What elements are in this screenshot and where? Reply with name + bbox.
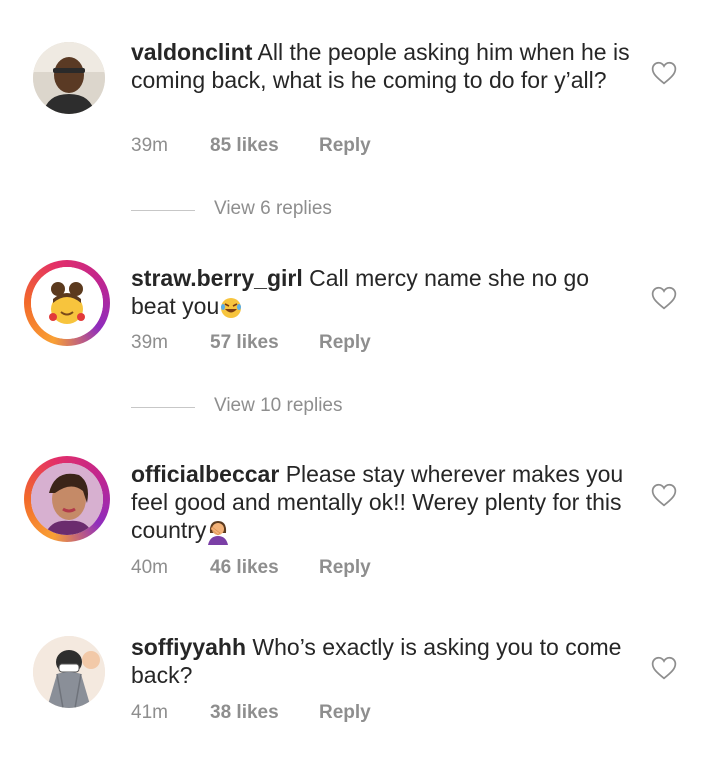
avatar[interactable] bbox=[33, 636, 105, 708]
avatar-photo bbox=[31, 463, 103, 535]
avatar-story-ring[interactable] bbox=[24, 260, 110, 346]
comment-text-block: soffiyyahh Who’s exactly is asking you t… bbox=[131, 633, 631, 689]
comment-username[interactable]: soffiyyahh bbox=[131, 634, 246, 660]
heart-outline-icon[interactable] bbox=[651, 286, 677, 310]
comment-text-block: officialbeccar Please stay wherever make… bbox=[131, 460, 631, 545]
comment-time: 39m bbox=[131, 135, 168, 156]
avatar-photo bbox=[33, 42, 105, 114]
heart-outline-icon[interactable] bbox=[651, 61, 677, 85]
avatar-photo bbox=[33, 636, 105, 708]
comment-time: 41m bbox=[131, 702, 168, 723]
comment-likes[interactable]: 38 likes bbox=[210, 702, 279, 724]
comment-likes[interactable]: 46 likes bbox=[210, 557, 279, 579]
divider-line bbox=[131, 210, 195, 211]
comment-time: 40m bbox=[131, 557, 168, 578]
reply-button[interactable]: Reply bbox=[319, 135, 371, 157]
reply-button[interactable]: Reply bbox=[319, 332, 371, 354]
avatar bbox=[31, 267, 103, 339]
comment-time: 39m bbox=[131, 332, 168, 353]
reply-button[interactable]: Reply bbox=[319, 557, 371, 579]
heart-outline-icon[interactable] bbox=[651, 483, 677, 507]
avatar-photo bbox=[31, 267, 103, 339]
comment-likes[interactable]: 85 likes bbox=[210, 135, 279, 157]
reply-button[interactable]: Reply bbox=[319, 702, 371, 724]
comment-username[interactable]: straw.berry_girl bbox=[131, 265, 303, 291]
comment-text-block: valdonclint All the people asking him wh… bbox=[131, 38, 631, 94]
avatar-story-ring[interactable] bbox=[24, 456, 110, 542]
divider-line bbox=[131, 407, 195, 408]
woman-facepalming-icon bbox=[208, 520, 229, 545]
heart-outline-icon[interactable] bbox=[651, 656, 677, 680]
comment-likes[interactable]: 57 likes bbox=[210, 332, 279, 354]
avatar bbox=[31, 463, 103, 535]
view-replies-label[interactable]: View 10 replies bbox=[214, 395, 343, 417]
face-with-tears-of-joy-icon bbox=[221, 297, 242, 318]
view-replies-label[interactable]: View 6 replies bbox=[214, 198, 332, 220]
comment-text-block: straw.berry_girl Call mercy name she no … bbox=[131, 264, 631, 320]
comment-username[interactable]: officialbeccar bbox=[131, 461, 279, 487]
avatar[interactable] bbox=[33, 42, 105, 114]
comment-username[interactable]: valdonclint bbox=[131, 39, 252, 65]
